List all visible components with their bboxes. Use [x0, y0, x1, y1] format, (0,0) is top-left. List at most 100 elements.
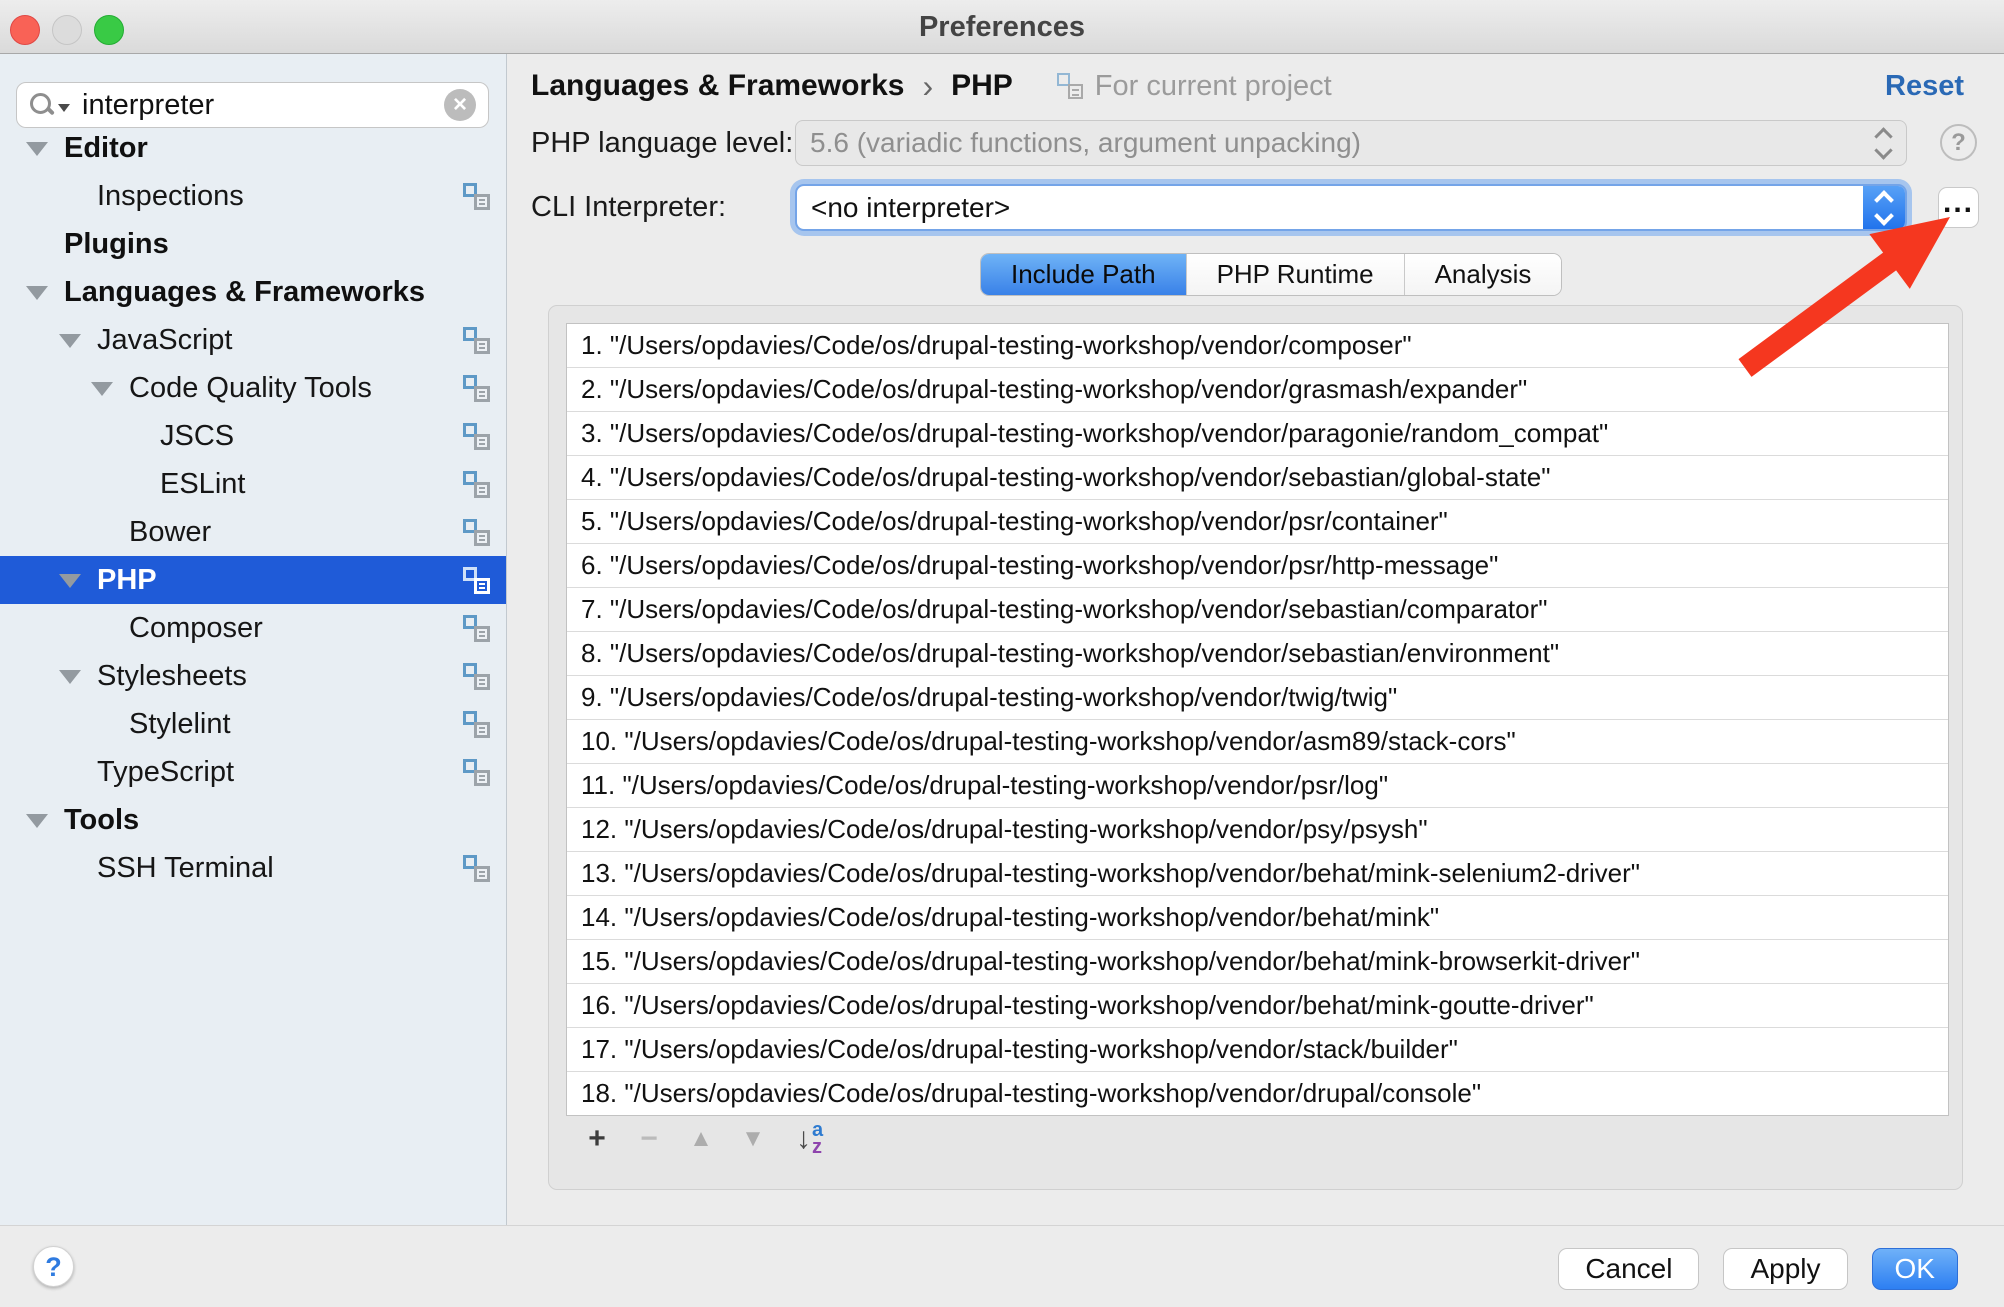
- sidebar-item-eslint[interactable]: ESLint: [0, 460, 506, 508]
- sidebar-item-ssh-terminal[interactable]: SSH Terminal: [0, 844, 506, 892]
- sidebar-item-label: ESLint: [160, 468, 245, 501]
- sidebar-item-label: Bower: [129, 516, 211, 549]
- include-path-row[interactable]: 1. "/Users/opdavies/Code/os/drupal-testi…: [567, 324, 1948, 368]
- include-path-row[interactable]: 15. "/Users/opdavies/Code/os/drupal-test…: [567, 940, 1948, 984]
- breadcrumb-separator-icon: ›: [922, 68, 933, 105]
- disclosure-triangle-icon[interactable]: [26, 142, 48, 156]
- settings-page-icon: [463, 519, 490, 546]
- search-input[interactable]: [80, 88, 444, 123]
- sidebar-item-label: Stylesheets: [97, 660, 247, 693]
- include-path-list[interactable]: 1. "/Users/opdavies/Code/os/drupal-testi…: [566, 323, 1949, 1116]
- sidebar-item-label: Plugins: [64, 228, 169, 261]
- sidebar-item-label: Code Quality Tools: [129, 372, 372, 405]
- cancel-button[interactable]: Cancel: [1558, 1248, 1699, 1290]
- include-path-row[interactable]: 11. "/Users/opdavies/Code/os/drupal-test…: [567, 764, 1948, 808]
- include-path-row[interactable]: 5. "/Users/opdavies/Code/os/drupal-testi…: [567, 500, 1948, 544]
- disclosure-triangle-icon[interactable]: [26, 286, 48, 300]
- include-path-row[interactable]: 10. "/Users/opdavies/Code/os/drupal-test…: [567, 720, 1948, 764]
- settings-page-icon: [463, 471, 490, 498]
- cli-interpreter-value: <no interpreter>: [797, 186, 1863, 229]
- tab-php-runtime[interactable]: PHP Runtime: [1187, 254, 1405, 295]
- sidebar-item-label: Tools: [64, 804, 139, 837]
- sidebar-item-stylelint[interactable]: Stylelint: [0, 700, 506, 748]
- sidebar-item-composer[interactable]: Composer: [0, 604, 506, 652]
- include-path-panel: 1. "/Users/opdavies/Code/os/drupal-testi…: [548, 305, 1963, 1190]
- include-path-row[interactable]: 14. "/Users/opdavies/Code/os/drupal-test…: [567, 896, 1948, 940]
- sidebar-item-stylesheets[interactable]: Stylesheets: [0, 652, 506, 700]
- sidebar-item-jscs[interactable]: JSCS: [0, 412, 506, 460]
- php-language-level-value: 5.6 (variadic functions, argument unpack…: [810, 127, 1877, 159]
- sort-z-label: z: [812, 1139, 823, 1156]
- preferences-window: Preferences × EditorInspectionsPluginsLa…: [0, 0, 2004, 1307]
- include-path-row[interactable]: 2. "/Users/opdavies/Code/os/drupal-testi…: [567, 368, 1948, 412]
- sidebar-item-label: JavaScript: [97, 324, 232, 357]
- sidebar-item-languages-frameworks[interactable]: Languages & Frameworks: [0, 268, 506, 316]
- sidebar-item-editor[interactable]: Editor: [0, 124, 506, 172]
- ok-button[interactable]: OK: [1872, 1248, 1958, 1290]
- breadcrumb-section[interactable]: Languages & Frameworks: [531, 69, 904, 103]
- search-icon: [29, 92, 55, 118]
- remove-path-button[interactable]: −: [634, 1117, 664, 1161]
- sidebar-item-bower[interactable]: Bower: [0, 508, 506, 556]
- disclosure-triangle-icon[interactable]: [59, 670, 81, 684]
- include-path-row[interactable]: 6. "/Users/opdavies/Code/os/drupal-testi…: [567, 544, 1948, 588]
- php-language-level-help-button[interactable]: ?: [1940, 124, 1977, 161]
- disclosure-triangle-icon[interactable]: [91, 382, 113, 396]
- include-path-row[interactable]: 13. "/Users/opdavies/Code/os/drupal-test…: [567, 852, 1948, 896]
- dropdown-stepper-icon[interactable]: [1863, 186, 1905, 229]
- settings-page-icon: [463, 567, 490, 594]
- settings-page-icon: [463, 759, 490, 786]
- settings-page-icon: [463, 855, 490, 882]
- sidebar-item-label: Editor: [64, 132, 148, 165]
- include-path-row[interactable]: 8. "/Users/opdavies/Code/os/drupal-testi…: [567, 632, 1948, 676]
- include-path-row[interactable]: 18. "/Users/opdavies/Code/os/drupal-test…: [567, 1072, 1948, 1116]
- sidebar-item-typescript[interactable]: TypeScript: [0, 748, 506, 796]
- dropdown-stepper-icon[interactable]: [1877, 130, 1890, 157]
- sidebar-item-label: Stylelint: [129, 708, 231, 741]
- include-path-row[interactable]: 4. "/Users/opdavies/Code/os/drupal-testi…: [567, 456, 1948, 500]
- help-button[interactable]: ?: [33, 1246, 74, 1287]
- settings-page-icon: [463, 183, 490, 210]
- reset-link[interactable]: Reset: [1885, 70, 1964, 103]
- sidebar-item-tools[interactable]: Tools: [0, 796, 506, 844]
- php-language-level-dropdown[interactable]: 5.6 (variadic functions, argument unpack…: [795, 120, 1907, 166]
- cli-interpreter-label: CLI Interpreter:: [531, 184, 726, 231]
- sidebar-item-plugins[interactable]: Plugins: [0, 220, 506, 268]
- breadcrumb-page: PHP: [951, 69, 1013, 103]
- disclosure-triangle-icon[interactable]: [59, 574, 81, 588]
- clear-search-icon[interactable]: ×: [444, 89, 476, 121]
- tab-analysis[interactable]: Analysis: [1405, 254, 1562, 295]
- sidebar-item-label: PHP: [97, 564, 157, 597]
- include-path-row[interactable]: 17. "/Users/opdavies/Code/os/drupal-test…: [567, 1028, 1948, 1072]
- apply-button[interactable]: Apply: [1723, 1248, 1847, 1290]
- settings-page-icon: [463, 711, 490, 738]
- sidebar-item-javascript[interactable]: JavaScript: [0, 316, 506, 364]
- add-path-button[interactable]: +: [582, 1117, 612, 1161]
- project-scope-icon: [1057, 73, 1083, 99]
- disclosure-triangle-icon[interactable]: [59, 334, 81, 348]
- php-settings-tabs: Include PathPHP RuntimeAnalysis: [980, 253, 1562, 296]
- include-path-row[interactable]: 16. "/Users/opdavies/Code/os/drupal-test…: [567, 984, 1948, 1028]
- include-path-row[interactable]: 9. "/Users/opdavies/Code/os/drupal-testi…: [567, 676, 1948, 720]
- dialog-footer: ? Cancel Apply OK: [0, 1225, 2004, 1307]
- tab-include-path[interactable]: Include Path: [981, 254, 1187, 295]
- sort-alphabetically-button[interactable]: ↓ a z: [796, 1122, 823, 1156]
- settings-search-box[interactable]: ×: [16, 82, 489, 128]
- settings-tree: Editor Inspections Plugins Languages & Fram…: [0, 124, 506, 892]
- sort-arrow-icon: ↓: [796, 1122, 811, 1156]
- list-toolbar: + − ▲ ▼ ↓ a z: [566, 1116, 823, 1162]
- include-path-row[interactable]: 12. "/Users/opdavies/Code/os/drupal-test…: [567, 808, 1948, 852]
- move-up-button[interactable]: ▲: [686, 1117, 716, 1161]
- disclosure-triangle-icon[interactable]: [26, 814, 48, 828]
- sidebar-item-code-quality-tools[interactable]: Code Quality Tools: [0, 364, 506, 412]
- search-options-caret-icon[interactable]: [58, 104, 70, 112]
- sidebar-item-inspections[interactable]: Inspections: [0, 172, 506, 220]
- include-path-row[interactable]: 3. "/Users/opdavies/Code/os/drupal-testi…: [567, 412, 1948, 456]
- sidebar-item-php[interactable]: PHP: [0, 556, 506, 604]
- cli-interpreter-browse-button[interactable]: ...: [1938, 187, 1979, 228]
- cli-interpreter-dropdown[interactable]: <no interpreter>: [795, 184, 1907, 231]
- move-down-button[interactable]: ▼: [738, 1117, 768, 1161]
- include-path-row[interactable]: 7. "/Users/opdavies/Code/os/drupal-testi…: [567, 588, 1948, 632]
- scope-label: For current project: [1095, 70, 1332, 103]
- sidebar-item-label: Composer: [129, 612, 263, 645]
